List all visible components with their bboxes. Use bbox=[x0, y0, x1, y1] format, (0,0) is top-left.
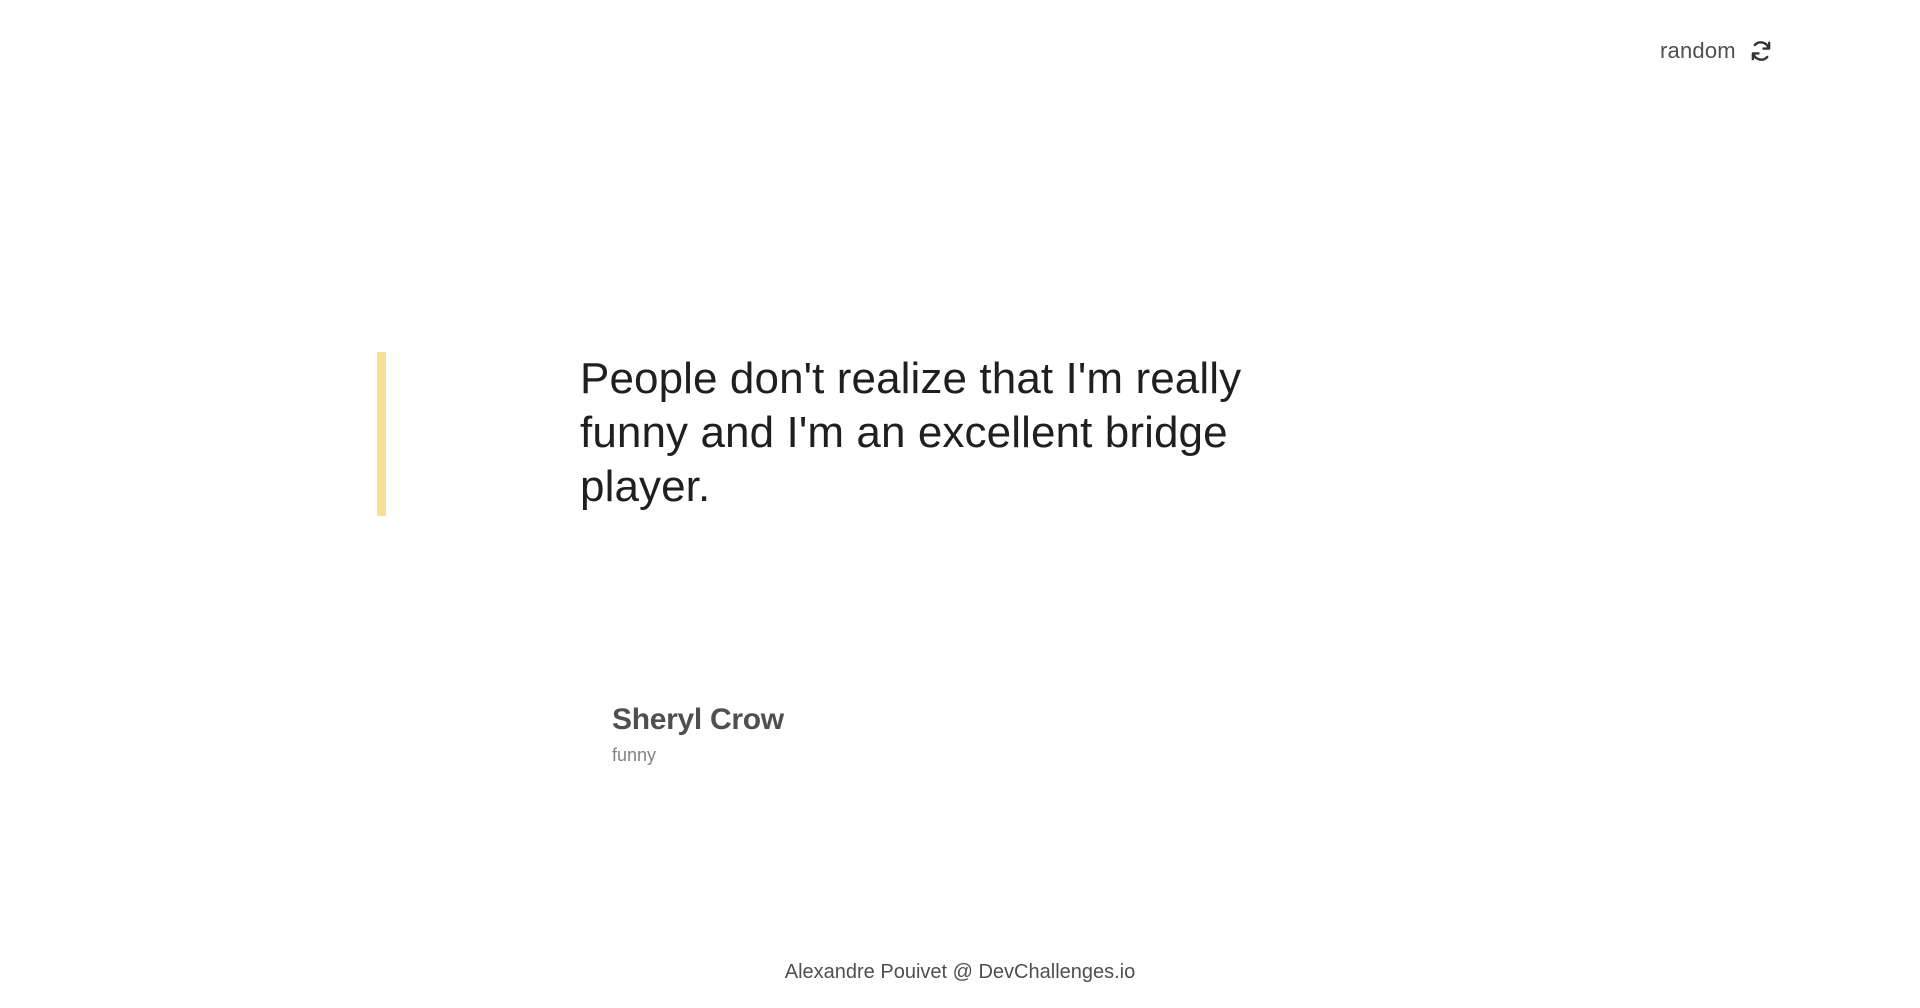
random-label: random bbox=[1660, 38, 1736, 63]
author-genre: funny bbox=[612, 745, 657, 765]
random-button[interactable]: random bbox=[1660, 38, 1774, 64]
footer-credit: Alexandre Pouivet @ DevChallenges.io bbox=[784, 961, 1136, 983]
page: random People don't realize that I'm rea… bbox=[0, 0, 1920, 1008]
refresh-icon bbox=[1748, 38, 1774, 64]
quote-block: People don't realize that I'm really fun… bbox=[377, 352, 1377, 516]
author-block[interactable]: Sheryl Crow funny bbox=[612, 703, 1112, 766]
quote-accent-bar bbox=[377, 352, 386, 516]
quote-text: People don't realize that I'm really fun… bbox=[580, 354, 1242, 511]
author-name: Sheryl Crow bbox=[612, 703, 784, 736]
